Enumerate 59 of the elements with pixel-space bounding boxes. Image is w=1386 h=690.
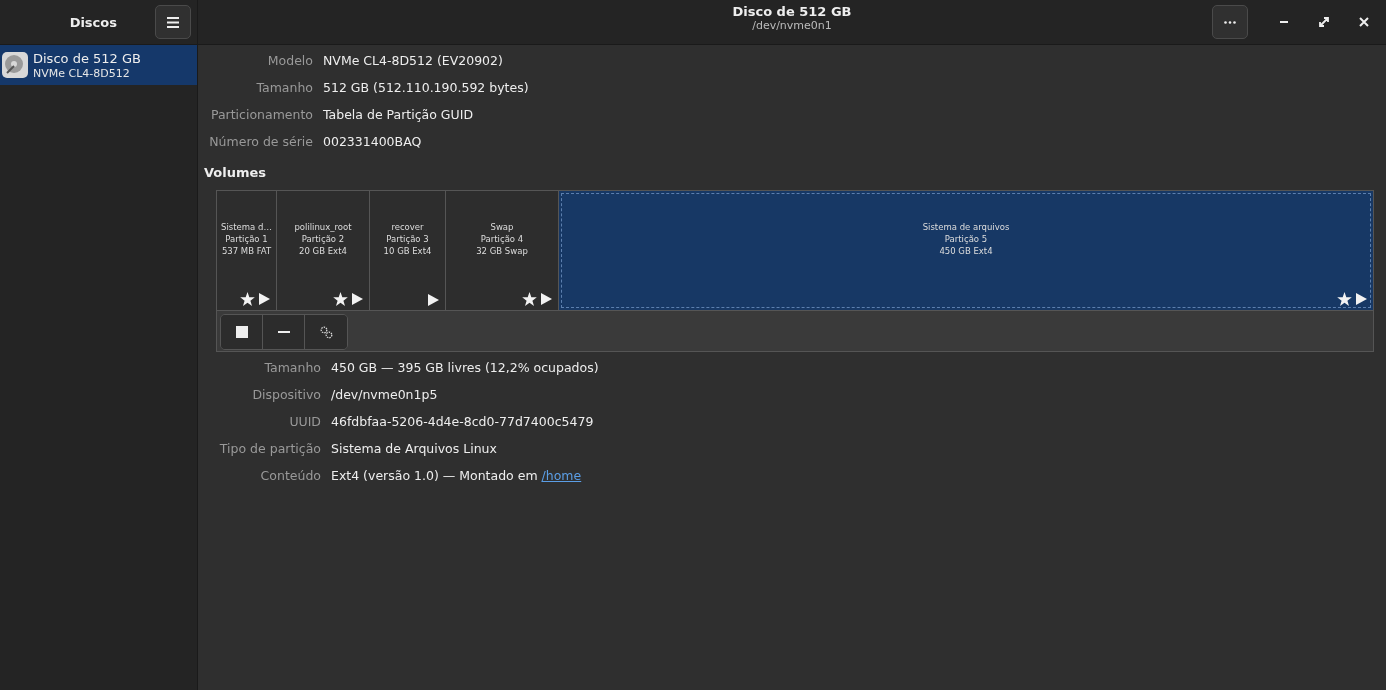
partition-number: Partição 1 <box>225 232 268 245</box>
field-label: Tipo de partição <box>218 440 321 458</box>
partition-size: 10 GB Ext4 <box>383 244 432 257</box>
maximize-icon <box>1319 17 1329 27</box>
partition-name: Sistema d… <box>221 220 272 233</box>
field-label: Dispositivo <box>251 386 321 404</box>
partition-name: Swap <box>490 220 514 233</box>
partition-block[interactable]: recover Partição 3 10 GB Ext4 <box>370 191 446 310</box>
partition-block[interactable]: Sistema d… Partição 1 537 MB FAT <box>217 191 277 310</box>
field-value: NVMe CL4-8D512 (EV20902) <box>323 52 504 70</box>
minimize-icon <box>1280 21 1288 23</box>
field-value: 512 GB (512.110.190.592 bytes) <box>323 79 530 97</box>
partition-block[interactable]: Sistema de arquivos Partição 5 450 GB Ext4 <box>559 191 1373 310</box>
field-label: Modelo <box>266 52 313 70</box>
partition-size: 32 GB Swap <box>476 244 528 257</box>
field-label: UUID <box>288 413 321 431</box>
window-title: Disco de 512 GB <box>732 4 852 19</box>
stop-icon <box>235 326 248 338</box>
partition-number: Partição 3 <box>386 232 429 245</box>
partition-number: Partição 5 <box>944 232 988 245</box>
field-label: Número de série <box>208 133 313 151</box>
play-icon <box>541 293 552 305</box>
partition-size: 20 GB Ext4 <box>299 244 347 257</box>
play-icon <box>428 294 439 306</box>
partition-name: polilinux_root <box>294 220 352 233</box>
field-label: Conteúdo <box>259 467 321 485</box>
play-icon <box>352 293 363 305</box>
partition-size: 450 GB Ext4 <box>939 244 993 257</box>
field-value: 450 GB — 395 GB livres (12,2% ocupados) <box>331 359 599 377</box>
play-icon <box>1356 293 1367 305</box>
play-icon <box>259 293 270 305</box>
disk-list-item[interactable]: Disco de 512 GB NVMe CL4-8D512 <box>0 45 197 85</box>
field-label: Tamanho <box>263 359 321 377</box>
field-label: Particionamento <box>209 106 313 124</box>
gears-icon <box>319 325 333 339</box>
section-heading: Volumes <box>204 165 268 180</box>
field-value: Ext4 (versão 1.0) — Montado em <box>331 467 538 485</box>
more-icon <box>1224 20 1236 24</box>
partition-block[interactable]: polilinux_root Partição 2 20 GB Ext4 <box>277 191 370 310</box>
field-value: Tabela de Partição GUID <box>323 106 474 124</box>
mount-point-link[interactable]: /home <box>541 466 582 485</box>
partition-name: Sistema de arquivos <box>922 220 1010 233</box>
stop-button[interactable] <box>221 315 263 349</box>
field-label: Tamanho <box>255 79 313 97</box>
field-value: Sistema de Arquivos Linux <box>331 440 497 458</box>
partition-name: recover <box>391 220 424 233</box>
partition-size: 537 MB FAT <box>221 244 272 257</box>
window-subtitle: /dev/nvme0n1 <box>752 19 832 32</box>
field-value: 002331400BAQ <box>323 133 423 151</box>
partition-number: Partição 4 <box>480 232 524 245</box>
menu-icon <box>167 16 179 28</box>
minus-icon <box>277 331 290 333</box>
partition-number: Partição 2 <box>301 232 345 245</box>
field-value: 46fdbfaa-5206-4d4e-8cd0-77d7400c5479 <box>331 413 594 431</box>
partition-settings-button[interactable] <box>305 315 347 349</box>
close-icon <box>1359 17 1369 27</box>
field-value: /dev/nvme0n1p5 <box>331 386 438 404</box>
sidebar-title: Discos <box>69 14 117 30</box>
menu-button[interactable] <box>155 5 191 39</box>
